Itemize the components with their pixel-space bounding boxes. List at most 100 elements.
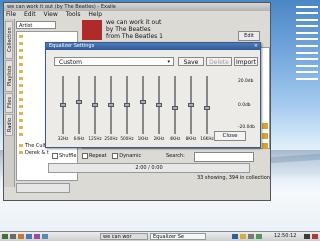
folder-icon (262, 143, 268, 149)
folder-icon (19, 49, 23, 52)
folder-icon (19, 119, 23, 122)
menu-view[interactable]: View (44, 11, 58, 18)
track-title: we can work it out (106, 19, 162, 26)
eq-slider-knob[interactable] (156, 103, 162, 107)
meter-bar (296, 38, 318, 41)
dynamic-label: Dynamic (119, 153, 142, 159)
edit-button[interactable]: Edit (238, 31, 260, 41)
folder-icon (19, 112, 23, 115)
eq-band-slider[interactable]: 2KHz (154, 76, 164, 146)
folder-icon (19, 126, 23, 129)
tray-icon[interactable] (240, 234, 246, 239)
folder-icon (262, 133, 268, 139)
eq-band-slider[interactable]: 16KHz (200, 76, 214, 146)
eq-slider-knob[interactable] (124, 103, 130, 107)
chevron-down-icon: ▾ (167, 59, 170, 65)
eq-band-slider[interactable]: 250Hz (104, 76, 118, 146)
menu-icon[interactable] (2, 234, 8, 239)
eq-band-slider[interactable]: 500Hz (120, 76, 134, 146)
import-button[interactable]: Import (234, 57, 258, 66)
eq-slider-track[interactable] (142, 76, 144, 134)
menu-help[interactable]: Help (88, 11, 102, 18)
eq-slider-knob[interactable] (172, 106, 178, 110)
tab-radio[interactable]: Radio (5, 114, 13, 136)
eq-band-slider[interactable]: 8KHz (186, 76, 196, 146)
eq-slider-knob[interactable] (76, 100, 82, 104)
meter-bar (296, 5, 318, 8)
folder-icon (19, 105, 23, 108)
meter-bar (296, 78, 318, 81)
equalizer-titlebar[interactable]: Equalizer Settings × (46, 43, 260, 50)
save-button[interactable]: Save (178, 57, 204, 66)
folder-icon (19, 56, 23, 59)
tray-icon[interactable] (232, 234, 238, 239)
folder-icon (262, 123, 268, 129)
window-titlebar[interactable]: we can work it out (by The Beatles) - Ex… (4, 3, 270, 11)
folder-icon (19, 133, 23, 136)
folder-icon (19, 77, 23, 80)
menu-tools[interactable]: Tools (66, 11, 81, 18)
tab-collection[interactable]: Collection (5, 21, 13, 59)
eq-slider-knob[interactable] (188, 103, 194, 107)
folder-icon (19, 151, 23, 154)
folder-icon (19, 42, 23, 45)
eq-band-slider[interactable]: 125Hz (88, 76, 102, 146)
meter-bar (296, 25, 318, 28)
tab-playlists[interactable]: Playlists (5, 60, 13, 92)
tree-row-label: The Cult (25, 143, 46, 149)
browser-icon[interactable] (18, 234, 24, 239)
progress-bar[interactable]: 2:00 / 0:00 (48, 163, 250, 173)
close-icon[interactable]: × (254, 43, 258, 50)
folder-icon (19, 91, 23, 94)
tray-icon[interactable] (256, 234, 262, 239)
save-button-label: Save (183, 59, 199, 66)
eq-band-slider[interactable]: 4KHz (170, 76, 180, 146)
search-input[interactable] (194, 152, 254, 162)
eq-band-slider[interactable]: 32Hz (58, 76, 68, 146)
dynamic-checkbox[interactable] (112, 152, 119, 159)
eq-slider-knob[interactable] (92, 103, 98, 107)
menu-file[interactable]: File (6, 11, 16, 18)
delete-button[interactable]: Delete (206, 57, 232, 66)
app-icon[interactable] (42, 234, 48, 239)
files-icon[interactable] (26, 234, 32, 239)
tree-row[interactable] (17, 34, 77, 41)
eq-slider-track[interactable] (206, 76, 208, 134)
eq-slider-track[interactable] (174, 76, 176, 134)
collection-filter-combo[interactable]: Artist (16, 21, 56, 29)
eq-slider-knob[interactable] (60, 103, 66, 107)
network-icon[interactable] (304, 234, 310, 239)
task-exaile[interactable]: we can wor (100, 233, 148, 240)
task-equalizer[interactable]: Equalizer Se (150, 233, 206, 240)
eq-slider-knob[interactable] (204, 106, 210, 110)
window-title: we can work it out (by The Beatles) - Ex… (7, 4, 116, 10)
eq-slider-knob[interactable] (140, 100, 146, 104)
menu-edit[interactable]: Edit (24, 11, 36, 18)
tray-icon[interactable] (248, 234, 254, 239)
meter-bar (296, 31, 318, 34)
power-icon[interactable] (312, 234, 318, 239)
app-icon[interactable] (34, 234, 40, 239)
folder-icon (19, 35, 23, 38)
collection-button[interactable] (16, 183, 70, 193)
playback-controls: Shuffle Repeat Dynamic Search: (48, 151, 270, 162)
meter-bar (296, 58, 318, 61)
db-label-bottom: -20.0db (238, 125, 255, 130)
eq-slider-track[interactable] (78, 76, 80, 134)
track-album: from The Beatles 1 (106, 33, 163, 40)
terminal-icon[interactable] (10, 234, 16, 239)
folder-icon (19, 70, 23, 73)
meter-bar (296, 64, 318, 67)
preset-combo[interactable]: Custom ▾ (54, 57, 174, 66)
repeat-checkbox[interactable] (82, 152, 89, 159)
tab-files[interactable]: Files (5, 93, 13, 113)
eq-band-slider[interactable]: 1KHz (138, 76, 148, 146)
eq-band-slider[interactable]: 64Hz (74, 76, 84, 146)
db-label-mid: 0.0db (238, 103, 251, 108)
collection-filter-value: Artist (19, 23, 33, 29)
shuffle-checkbox[interactable] (52, 152, 58, 159)
eq-slider-knob[interactable] (108, 103, 114, 107)
equalizer-dialog: Equalizer Settings × Custom ▾ Save Delet… (45, 42, 261, 148)
close-button[interactable]: Close (214, 131, 246, 141)
shuffle-label: Shuffle (59, 153, 77, 159)
